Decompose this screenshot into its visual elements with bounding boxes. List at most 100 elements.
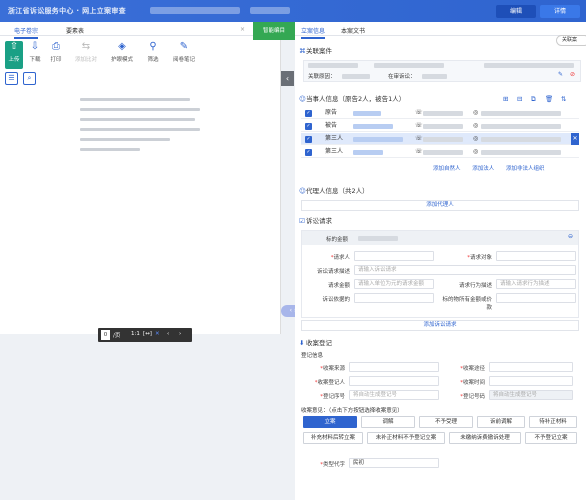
- opinion-reject-button[interactable]: 不予受理: [419, 416, 473, 428]
- add-agent-button[interactable]: 添加代理人: [301, 200, 579, 211]
- section-title: 关联案件: [306, 47, 332, 55]
- note-icon: ✎: [179, 41, 189, 52]
- case-status-blur: [250, 7, 290, 14]
- compare-icon: ⇆: [81, 41, 91, 52]
- form-tabs: 立案信息 本案文书: [295, 22, 586, 39]
- case-date-input[interactable]: [489, 376, 573, 386]
- claim-act-input[interactable]: 请输入请求行为描述: [496, 279, 576, 289]
- party-row[interactable]: ✓ 原告 ☏ ◎: [301, 107, 579, 119]
- fit-button[interactable]: 1:1: [131, 331, 140, 337]
- add-legal-person-link[interactable]: 添加法人: [472, 166, 494, 172]
- next-page-icon[interactable]: ›: [179, 331, 181, 337]
- import-icon[interactable]: ⊞: [503, 94, 508, 105]
- registration-section: ⬇ 收案登记 登记信息 *收案来源 *收案途径 *收案登记人 *收案时间 *登记序…: [295, 338, 586, 500]
- registration-seq-input[interactable]: 将自动生成登记号: [349, 390, 439, 400]
- opinion-accept-button[interactable]: 立案: [303, 416, 357, 428]
- tab-case-documents[interactable]: 本案文书: [341, 26, 365, 35]
- add-claim-button[interactable]: 添加诉讼请求: [301, 320, 579, 331]
- party-row-selected[interactable]: ✓ 第三人 ☏ ◎ ✕: [301, 133, 579, 145]
- collapse-icon[interactable]: ⊖: [568, 233, 573, 240]
- upload-button[interactable]: ⇧ 上传: [5, 41, 23, 69]
- plaintiff-select[interactable]: [354, 251, 434, 261]
- edit-icon[interactable]: ✎: [558, 71, 563, 78]
- opinion-unpaid-button[interactable]: 未缴纳诉费撤诉处理: [449, 432, 521, 444]
- download-button[interactable]: ⇩ 下载: [26, 41, 44, 69]
- party-row[interactable]: ✓ 第三人 ☏ ◎: [301, 146, 579, 158]
- search-icon[interactable]: ⌕: [23, 72, 36, 85]
- opinion-unsupplemented-button[interactable]: 未补正材料不予登记立案: [367, 432, 445, 444]
- basis-input[interactable]: [354, 293, 434, 303]
- filter-button[interactable]: ⚲ 筛选: [144, 41, 162, 69]
- pager: 0 /页 1:1 [↔] ✕ ‹ ›: [98, 328, 192, 342]
- inbox-icon: ⬇: [299, 339, 305, 347]
- case-channel-select[interactable]: [489, 362, 573, 372]
- party-name-blur: [353, 111, 381, 116]
- app-title: 浙江省诉讼服务中心 · 网上立案审查: [8, 7, 126, 15]
- link-icon: ⌘: [299, 47, 306, 55]
- unlink-icon[interactable]: ⊘: [570, 71, 575, 78]
- type-code-select[interactable]: 民初: [349, 458, 439, 468]
- case-source-select[interactable]: [349, 362, 439, 372]
- target-select[interactable]: [496, 251, 576, 261]
- opinion-supplement-button[interactable]: 补充材料后转立案: [303, 432, 363, 444]
- related-case-pill[interactable]: 关联案: [556, 35, 586, 46]
- print-icon: ⎙: [52, 41, 60, 52]
- checkbox[interactable]: ✓: [305, 123, 312, 130]
- tab-element-table[interactable]: 要素表: [66, 26, 84, 35]
- notes-button[interactable]: ✎ 阅卷笔记: [170, 41, 198, 69]
- delete-icon[interactable]: 🗑: [545, 94, 553, 105]
- opinion-mediate-button[interactable]: 调解: [361, 416, 415, 428]
- sort-icon[interactable]: ⇅: [561, 94, 566, 105]
- top-bar: 浙江省诉讼服务中心 · 网上立案审查 编辑 详情: [0, 0, 586, 22]
- export-icon[interactable]: ⊟: [517, 94, 522, 105]
- smart-catalog-button[interactable]: 智能编目: [253, 22, 295, 40]
- tab-e-dossier[interactable]: 电子卷宗: [14, 26, 39, 39]
- handler-select[interactable]: [349, 376, 439, 386]
- page-input[interactable]: 0: [101, 330, 110, 340]
- list-icon[interactable]: ☰: [5, 72, 18, 85]
- shield-icon: ◈: [118, 41, 126, 52]
- checkbox[interactable]: ✓: [305, 136, 312, 143]
- relation-reason-label: 关联原因：: [308, 74, 336, 80]
- edit-button[interactable]: 编辑: [496, 5, 536, 18]
- claim-card: 标的金额 ⊖ *请求人 *请求对象 诉讼请求描述 请输入诉讼请求 请求金额 请输…: [301, 230, 579, 318]
- fit-width-icon[interactable]: [↔]: [143, 331, 152, 337]
- section-title: 当事人信息（原告2人，被告1人）: [306, 95, 406, 103]
- checkbox[interactable]: ✓: [305, 149, 312, 156]
- collapse-handle[interactable]: ‹: [281, 71, 294, 86]
- close-icon[interactable]: ×: [240, 26, 245, 33]
- download-icon: ⇩: [30, 41, 40, 52]
- detail-button[interactable]: 详情: [540, 5, 580, 18]
- row-action-icon[interactable]: ✕: [571, 133, 579, 145]
- eye-care-button[interactable]: ◈ 护眼模式: [108, 41, 136, 69]
- agent-icon: ☺: [299, 187, 306, 195]
- party-row[interactable]: ✓ 被告 ☏ ◎: [301, 120, 579, 132]
- claim-amount-input[interactable]: 请输入单位为元的请求金额: [354, 279, 434, 289]
- fullscreen-icon[interactable]: ✕: [155, 331, 160, 337]
- related-case-card: 关联原因： 在审诉讼： ✎ ⊘: [303, 60, 581, 82]
- opinion-pending-button[interactable]: 待补正材料: [529, 416, 577, 428]
- opinion-no-register-button[interactable]: 不予登记立案: [525, 432, 577, 444]
- claim-icon: ☑: [299, 217, 305, 225]
- upload-icon: ⇧: [9, 41, 19, 52]
- registration-no-input: 将自动生成登记号: [489, 390, 573, 400]
- people-icon: ☺: [299, 95, 306, 103]
- add-natural-person-link[interactable]: 添加自然人: [433, 166, 461, 172]
- claim-content-input[interactable]: 请输入诉讼请求: [354, 265, 576, 275]
- prev-page-icon[interactable]: ‹: [167, 331, 169, 337]
- print-button[interactable]: ⎙ 打印: [47, 41, 65, 69]
- related-case-section: ⌘关联案件 关联原因： 在审诉讼： ✎ ⊘: [295, 46, 586, 88]
- copy-icon[interactable]: ⧉: [531, 94, 536, 105]
- party-section: ☺当事人信息（原告2人，被告1人） ⊞ ⊟ ⧉ 🗑 ⇅ ✓ 原告 ☏ ◎ ✓ 被…: [295, 94, 586, 182]
- checkbox[interactable]: ✓: [305, 110, 312, 117]
- opinion-label: 收案意见：（点击下方按钮选择收案意见）: [301, 408, 403, 414]
- add-organization-link[interactable]: 添加非法人组织: [506, 166, 545, 172]
- pending-litigation-label: 在审诉讼：: [388, 74, 416, 80]
- opinion-premediation-button[interactable]: 诉前调解: [477, 416, 525, 428]
- page-total: /页: [113, 333, 121, 339]
- tab-case-info[interactable]: 立案信息: [301, 26, 326, 39]
- compare-button[interactable]: ⇆ 添加比对: [72, 41, 100, 69]
- object-value-input[interactable]: [496, 293, 576, 303]
- document-viewer: 电子卷宗 要素表 × 智能编目 ⇧ 上传 ⇩ 下载 ⎙ 打印 ⇆ 添加比对 ◈ 护眼模式 …: [0, 22, 295, 342]
- case-number-blur: [150, 7, 240, 14]
